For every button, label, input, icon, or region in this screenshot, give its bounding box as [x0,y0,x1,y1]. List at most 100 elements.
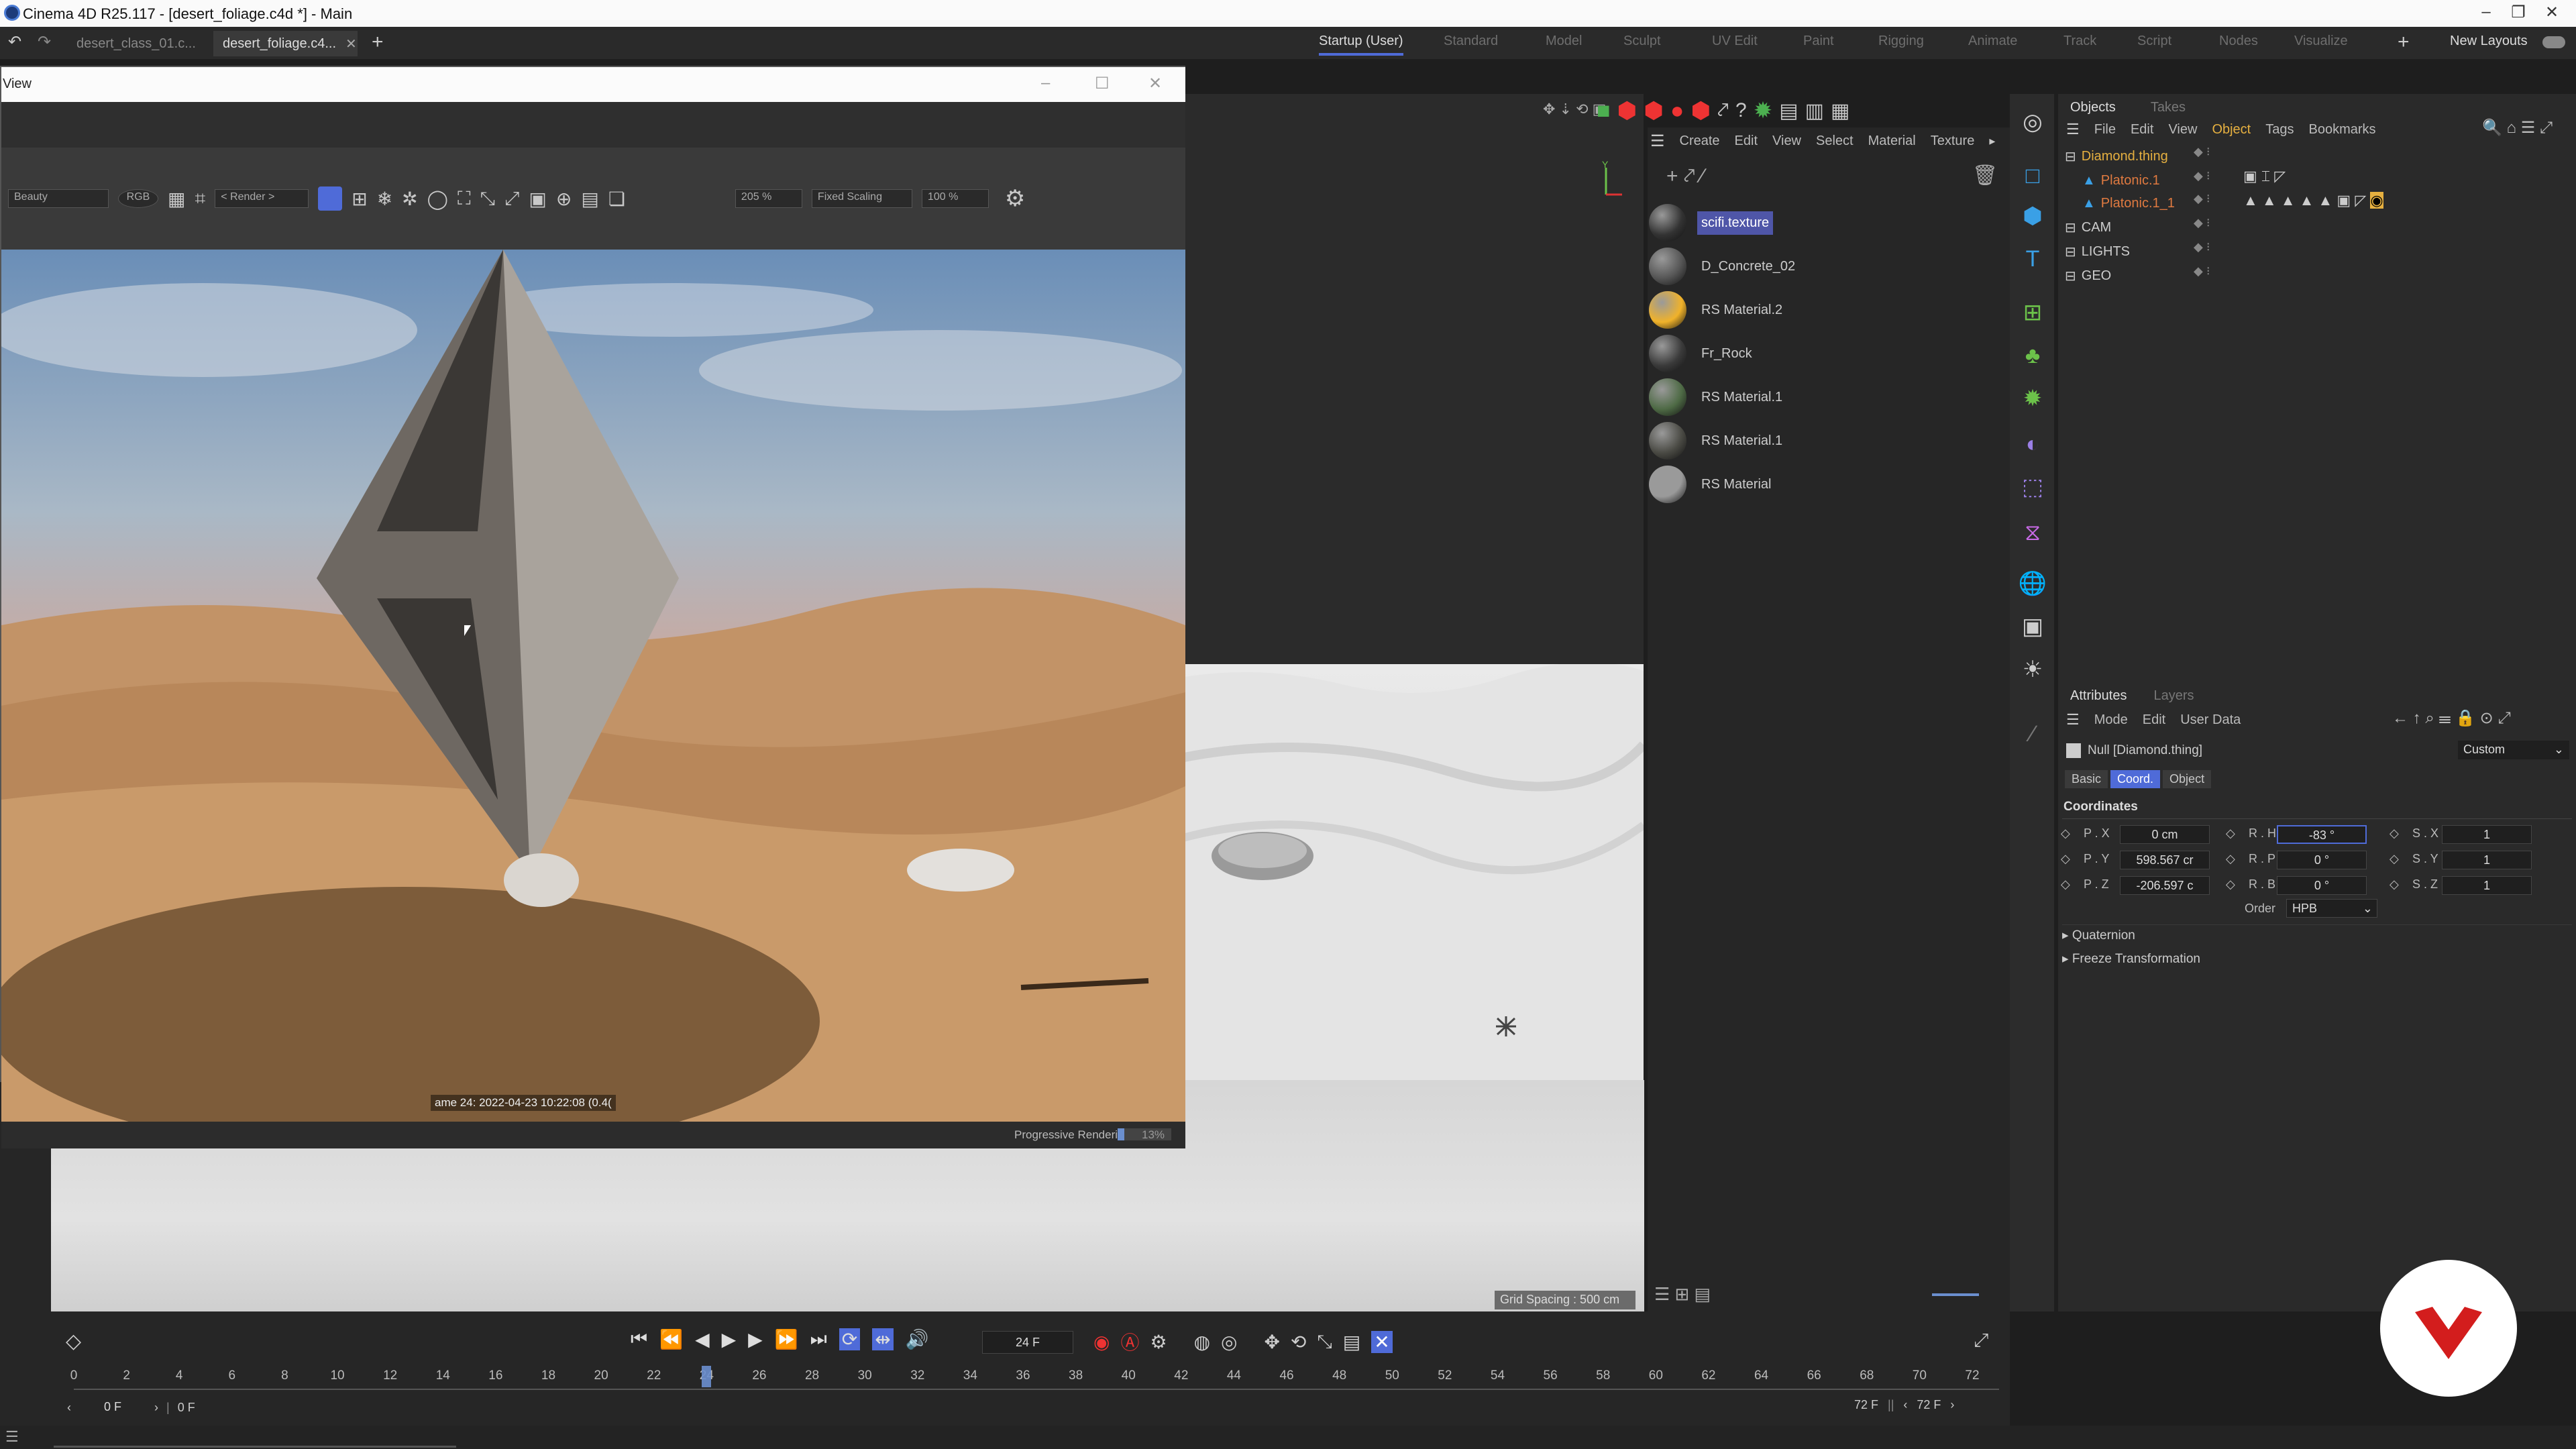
timeline-ruler[interactable]: 0246810121416182022242628303234363840424… [70,1368,1999,1385]
render-ipr-icon[interactable]: ⬢ [1690,97,1711,124]
keyframe-diamond-icon[interactable]: ◇ [2226,852,2235,866]
layout-tab[interactable]: Track [2063,34,2096,49]
undo-icon[interactable]: ↶ [8,32,21,52]
layout-tab[interactable]: Visualize [2294,34,2348,49]
deformer-icon[interactable]: ◐ [2018,429,2047,459]
chevron-right-icon[interactable]: ▸ [1989,134,1995,148]
layout-tab[interactable]: Paint [1803,34,1834,49]
restore-icon[interactable]: ❐ [2505,3,2532,24]
layout-tab[interactable]: UV Edit [1712,34,1758,49]
coord-field[interactable]: 1 [2442,876,2532,895]
layout-tab[interactable]: Rigging [1878,34,1924,49]
region-icon[interactable]: ⛶ [458,188,471,210]
rotate-key-icon[interactable]: ⟲ [1291,1331,1306,1353]
keyframe-diamond-icon[interactable]: ◇ [2061,877,2070,892]
attributes-nav-icons[interactable]: ← ↑ ⌕ ☰ 🔒 ⊙ ⤢ [2392,708,2511,728]
next-key-icon[interactable]: ⏩ [775,1328,798,1350]
menu-file[interactable]: File [2094,122,2116,138]
menu-view[interactable]: View [1772,133,1801,149]
effector-icon[interactable]: ✹ [2018,384,2047,413]
help-icon[interactable]: ? [1735,99,1747,122]
pla-key-icon[interactable]: ✕ [1371,1330,1393,1353]
visibility-dots-icon[interactable]: ◆ ⁝ [2194,264,2210,278]
visibility-dots-icon[interactable]: ◆ ⁝ [2194,145,2210,159]
coord-field[interactable]: 0 ° [2277,876,2367,895]
material-item[interactable]: scifi.texture [1649,201,2004,244]
chevron-right-icon[interactable]: › [1950,1398,1954,1412]
menu-mode[interactable]: Mode [2094,712,2128,728]
doc-tab-desert-class[interactable]: desert_class_01.c... [67,31,205,56]
menu-object[interactable]: Object [2212,122,2251,138]
current-frame-field[interactable]: 24 F [982,1331,1073,1354]
film-icon[interactable]: ▥ [1805,99,1824,123]
quaternion-section[interactable]: ▸ Quaternion [2062,924,2572,945]
scaling-select[interactable]: Fixed Scaling [811,189,912,208]
crop-icon[interactable]: ⌗ [195,188,205,210]
max-frame-field[interactable]: 72 F [1917,1398,1941,1412]
coord-field[interactable]: 1 [2442,851,2532,869]
menu-create[interactable]: Create [1680,133,1720,149]
layout-tab[interactable]: Animate [1968,34,2017,49]
clapper-icon[interactable]: ▤ [1779,99,1798,123]
menu-edit[interactable]: Edit [1735,133,1758,149]
generator-icon[interactable]: ⊞ [2018,298,2047,327]
grid-icon[interactable]: ▦ [168,188,185,210]
chevron-left-icon[interactable]: ‹ [1903,1398,1907,1412]
percent-field[interactable]: 100 % [921,189,989,208]
platonic-tags-icons[interactable]: ▣ ⌶ ◸ [2243,168,2286,185]
keyframe-icon[interactable]: ◇ [66,1330,81,1353]
preset-select[interactable]: Custom ⌄ [2458,741,2569,759]
new-layouts-button[interactable]: New Layouts [2450,34,2528,49]
camera-icon[interactable]: ▣ [2018,612,2047,641]
keyframe-diamond-icon[interactable]: ◇ [2390,852,2399,866]
start-frame-field[interactable]: 0 F [79,1398,146,1417]
fit-icon[interactable]: ⤡ [480,188,495,210]
cube-icon[interactable]: ⬢ [2018,201,2047,231]
material-size-slider[interactable] [1932,1293,1979,1296]
layout-tab[interactable]: Startup (User) [1319,34,1403,56]
prev-key-icon[interactable]: ⏪ [659,1328,683,1350]
play-icon[interactable]: ▶ [722,1328,737,1350]
subtab-basic[interactable]: Basic [2065,769,2108,788]
order-select[interactable]: HPB ⌄ [2286,899,2377,918]
sound-icon[interactable]: 🔊 [906,1328,929,1350]
playhead-marker[interactable] [702,1366,712,1387]
minimize-icon[interactable]: – [2473,3,2500,24]
menu-view[interactable]: View [2168,122,2197,138]
menu-edit[interactable]: Edit [2131,122,2153,138]
material-item[interactable]: Fr_Rock [1649,332,2004,375]
expand-icon[interactable]: ⤢ [504,188,519,210]
menu-tags[interactable]: Tags [2265,122,2294,138]
layout-tab[interactable]: Sculpt [1623,34,1661,49]
snowflake-icon[interactable]: ❄ [377,188,392,210]
hamburger-icon[interactable]: ☰ [2066,711,2080,729]
tab-attributes[interactable]: Attributes [2070,688,2127,704]
add-tab-icon[interactable]: + [372,31,384,54]
environment-icon[interactable]: 🌐 [2018,569,2047,598]
material-item[interactable]: D_Concrete_02 [1649,245,2004,288]
key-settings-icon[interactable]: ⚙ [1150,1331,1167,1353]
scale-key-icon[interactable]: ⤡ [1317,1331,1332,1353]
text-tool-icon[interactable]: T [2018,244,2047,274]
keyframe-selection-icon[interactable]: ◍ [1194,1331,1210,1353]
coord-field[interactable]: -206.597 c [2120,876,2210,895]
subtab-object[interactable]: Object [2163,769,2212,788]
min-frame-field[interactable]: 0 F [178,1401,195,1415]
compare-icon[interactable]: ▤ [581,188,598,210]
layout-tab[interactable]: Nodes [2219,34,2258,49]
layout-tab[interactable]: Model [1546,34,1582,49]
keyframe-diamond-icon[interactable]: ◇ [2390,877,2399,892]
export-icon[interactable]: ⤤ [1717,99,1729,122]
freeze-section[interactable]: ▸ Freeze Transformation [2062,949,2572,969]
keyframe-diamond-icon[interactable]: ◇ [2390,826,2399,841]
material-item[interactable]: RS Material.1 [1649,376,2004,419]
redo-icon[interactable]: ↷ [38,32,51,52]
tiles-icon[interactable]: ⊞ [352,188,367,210]
tab-takes[interactable]: Takes [2151,100,2186,115]
coord-field[interactable]: -83 ° [2277,825,2367,844]
material-item[interactable]: RS Material.2 [1649,288,2004,331]
coord-field[interactable]: 0 ° [2277,851,2367,869]
subtab-coord[interactable]: Coord. [2110,769,2161,788]
menu-material[interactable]: Material [1868,133,1916,149]
copy-icon[interactable]: ❏ [608,188,625,210]
